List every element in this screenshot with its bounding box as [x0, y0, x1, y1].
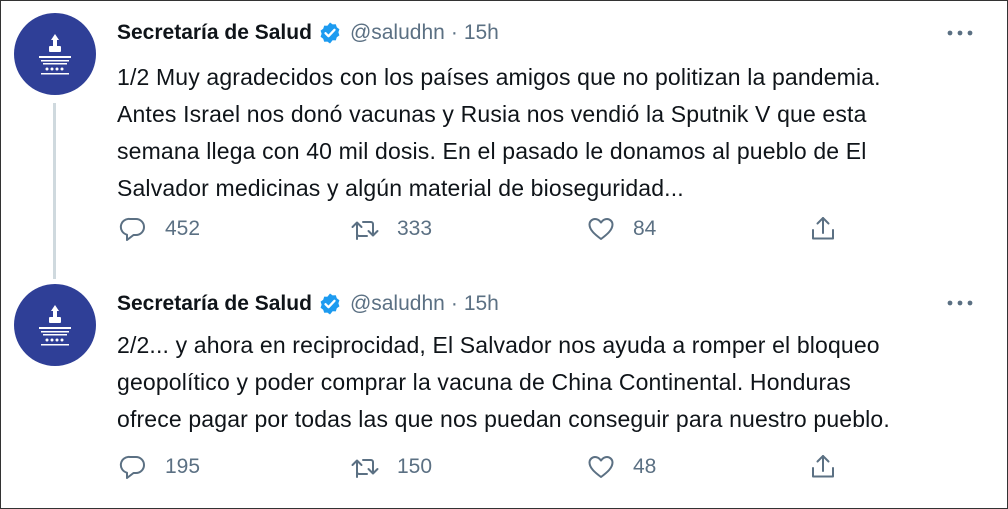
avatar[interactable]: [14, 13, 96, 95]
author-name[interactable]: Secretaría de Salud: [117, 18, 312, 48]
tweet-text-line: 2/2... y ahora en reciprocidad, El Salva…: [117, 332, 880, 358]
tweet-text-line: ofrece pagar por todas las que nos pueda…: [117, 406, 890, 432]
reply-count: 195: [165, 455, 201, 478]
seal-logo-icon: [39, 34, 71, 75]
retweet-button[interactable]: 333: [349, 213, 432, 245]
like-icon: [585, 213, 617, 245]
reply-icon: [117, 451, 149, 483]
tweet-actions: 452 333 84: [117, 213, 837, 245]
retweet-icon: [349, 213, 381, 245]
reply-icon: [117, 213, 149, 245]
author-name[interactable]: Secretaría de Salud: [117, 289, 312, 319]
share-button[interactable]: [807, 213, 839, 245]
tweet-text-line: Salvador medicinas y algún material de b…: [117, 175, 684, 201]
share-icon: [807, 451, 839, 483]
tweet-text-line: semana llega con 40 mil dosis. En el pas…: [117, 138, 867, 164]
verified-badge-icon: [318, 292, 342, 316]
tweet-header: Secretaría de Salud @saludhn · 15h: [117, 18, 499, 48]
thread-connector-line: [53, 103, 56, 279]
author-handle[interactable]: @saludhn: [350, 18, 445, 48]
tweet-actions: 195 150 48: [117, 451, 837, 483]
tweet-text-line: Antes Israel nos donó vacunas y Rusia no…: [117, 101, 867, 127]
tweet-text: 2/2... y ahora en reciprocidad, El Salva…: [117, 327, 977, 438]
tweet-timestamp[interactable]: 15h: [464, 289, 499, 319]
reply-button[interactable]: 195: [117, 451, 200, 483]
tweet-1[interactable]: Secretaría de Salud @saludhn · 15h 1/2 M…: [1, 1, 1007, 279]
reply-count: 452: [165, 217, 201, 240]
separator-dot: ·: [450, 21, 458, 44]
like-count: 48: [633, 455, 657, 478]
like-icon: [585, 451, 617, 483]
separator-dot: ·: [450, 292, 458, 315]
share-button[interactable]: [807, 451, 839, 483]
avatar[interactable]: [14, 284, 96, 366]
tweet-timestamp[interactable]: 15h: [464, 18, 499, 48]
verified-badge-icon: [318, 21, 342, 45]
share-icon: [807, 213, 839, 245]
seal-logo-icon: [39, 305, 71, 346]
like-button[interactable]: 48: [585, 451, 656, 483]
tweet-text-line: 1/2 Muy agradecidos con los países amigo…: [117, 64, 881, 90]
reply-button[interactable]: 452: [117, 213, 200, 245]
retweet-icon: [349, 451, 381, 483]
retweet-button[interactable]: 150: [349, 451, 432, 483]
tweet-2[interactable]: Secretaría de Salud @saludhn · 15h 2/2..…: [1, 271, 1007, 508]
tweet-header: Secretaría de Salud @saludhn · 15h: [117, 289, 499, 319]
tweet-text-line: geopolítico y poder comprar la vacuna de…: [117, 369, 851, 395]
retweet-count: 333: [397, 217, 433, 240]
like-count: 84: [633, 217, 657, 240]
tweet-text: 1/2 Muy agradecidos con los países amigo…: [117, 59, 977, 207]
more-options-icon[interactable]: [947, 23, 973, 43]
author-handle[interactable]: @saludhn: [350, 289, 445, 319]
retweet-count: 150: [397, 455, 433, 478]
more-options-icon[interactable]: [947, 293, 973, 313]
tweet-thread-frame: Secretaría de Salud @saludhn · 15h 1/2 M…: [0, 0, 1008, 509]
like-button[interactable]: 84: [585, 213, 656, 245]
